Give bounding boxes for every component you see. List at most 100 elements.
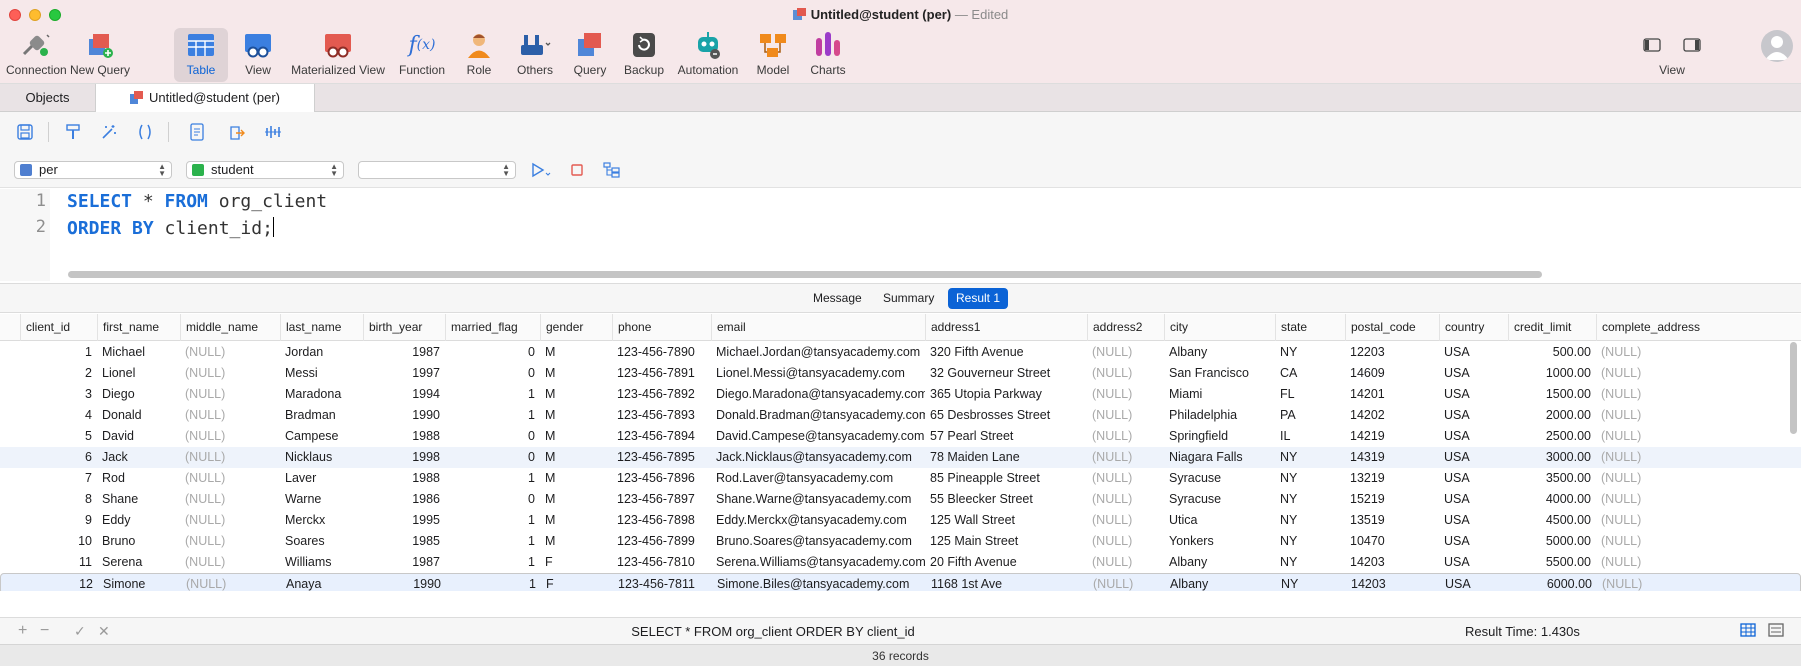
table-cell-client-id[interactable]: 8: [20, 489, 97, 510]
table-cell-state[interactable]: PA: [1275, 405, 1345, 426]
view-button[interactable]: View: [238, 28, 278, 82]
table-cell-city[interactable]: Utica: [1164, 510, 1275, 531]
table-cell-complete-address[interactable]: (NULL): [1596, 531, 1801, 552]
table-cell-postal-code[interactable]: 15219: [1345, 489, 1439, 510]
table-cell-state[interactable]: CA: [1275, 363, 1345, 384]
table-row[interactable]: 8 Shane (NULL) Warne 1986 0 M 123-456-7897 Shane…: [0, 489, 1801, 510]
table-cell-last-name[interactable]: Anaya: [281, 574, 364, 591]
table-cell-country[interactable]: USA: [1439, 468, 1508, 489]
table-cell-country[interactable]: USA: [1439, 426, 1508, 447]
table-cell-middle-name[interactable]: (NULL): [180, 531, 280, 552]
table-cell-address1[interactable]: 32 Gouverneur Street: [925, 363, 1087, 384]
table-cell-middle-name[interactable]: (NULL): [180, 510, 280, 531]
table-row[interactable]: 12 Simone (NULL) Anaya 1990 1 F 123-456-7811 Sim…: [0, 573, 1801, 591]
table-cell-phone[interactable]: 123-456-7810: [612, 552, 711, 573]
table-cell-first-name[interactable]: Eddy: [97, 510, 180, 531]
run-button[interactable]: [530, 160, 552, 180]
table-cell-first-name[interactable]: Bruno: [97, 531, 180, 552]
table-cell-middle-name[interactable]: (NULL): [180, 426, 280, 447]
table-cell-gender[interactable]: M: [540, 468, 612, 489]
table-cell-last-name[interactable]: Laver: [280, 468, 363, 489]
column-header[interactable]: first_name: [97, 314, 180, 341]
table-cell-address1[interactable]: 57 Pearl Street: [925, 426, 1087, 447]
table-cell-state[interactable]: NY: [1275, 342, 1345, 363]
table-cell-phone[interactable]: 123-456-7893: [612, 405, 711, 426]
column-header[interactable]: address2: [1087, 314, 1164, 341]
table-cell-gender[interactable]: M: [540, 489, 612, 510]
column-header[interactable]: credit_limit: [1508, 314, 1596, 341]
table-cell-first-name[interactable]: Jack: [97, 447, 180, 468]
table-cell-address2[interactable]: (NULL): [1087, 447, 1164, 468]
column-header[interactable]: married_flag: [445, 314, 540, 341]
table-cell-first-name[interactable]: Lionel: [97, 363, 180, 384]
table-cell-complete-address[interactable]: (NULL): [1597, 574, 1801, 591]
table-cell-gender[interactable]: M: [540, 426, 612, 447]
table-cell-middle-name[interactable]: (NULL): [180, 468, 280, 489]
table-cell-postal-code[interactable]: 14201: [1345, 384, 1439, 405]
table-cell-last-name[interactable]: Williams: [280, 552, 363, 573]
table-cell-email[interactable]: Rod.Laver@tansyacademy.com: [711, 468, 925, 489]
table-cell-phone[interactable]: 123-456-7897: [612, 489, 711, 510]
table-cell-postal-code[interactable]: 13219: [1345, 468, 1439, 489]
editor-horizontal-scrollbar[interactable]: [68, 271, 1542, 278]
column-header[interactable]: state: [1275, 314, 1345, 341]
column-header[interactable]: country: [1439, 314, 1508, 341]
materialized-view-button[interactable]: Materialized View: [288, 28, 388, 82]
table-cell-email[interactable]: Shane.Warne@tansyacademy.com: [711, 489, 925, 510]
table-cell-client-id[interactable]: 2: [20, 363, 97, 384]
table-cell-phone[interactable]: 123-456-7898: [612, 510, 711, 531]
role-button[interactable]: Role: [458, 28, 500, 82]
table-cell-client-id[interactable]: 4: [20, 405, 97, 426]
table-cell-complete-address[interactable]: (NULL): [1596, 510, 1801, 531]
column-header[interactable]: middle_name: [180, 314, 280, 341]
table-cell-gender[interactable]: M: [540, 342, 612, 363]
schema-select[interactable]: ▲ ▼: [358, 161, 516, 179]
table-cell-first-name[interactable]: Rod: [97, 468, 180, 489]
column-header[interactable]: phone: [612, 314, 711, 341]
table-cell-last-name[interactable]: Campese: [280, 426, 363, 447]
table-cell-country[interactable]: USA: [1439, 552, 1508, 573]
table-cell-country[interactable]: USA: [1440, 574, 1509, 591]
table-cell-postal-code[interactable]: 14203: [1346, 574, 1440, 591]
table-cell-credit-limit[interactable]: 2500.00: [1508, 426, 1596, 447]
table-cell-first-name[interactable]: Michael: [97, 342, 180, 363]
table-cell-last-name[interactable]: Bradman: [280, 405, 363, 426]
table-cell-married-flag[interactable]: 0: [445, 489, 540, 510]
table-cell-city[interactable]: Springfield: [1164, 426, 1275, 447]
table-cell-email[interactable]: Lionel.Messi@tansyacademy.com: [711, 363, 925, 384]
table-cell-address2[interactable]: (NULL): [1087, 552, 1164, 573]
table-cell-complete-address[interactable]: (NULL): [1596, 447, 1801, 468]
table-cell-postal-code[interactable]: 14202: [1345, 405, 1439, 426]
beautify-button[interactable]: [98, 122, 120, 142]
table-cell-country[interactable]: USA: [1439, 384, 1508, 405]
table-cell-phone[interactable]: 123-456-7894: [612, 426, 711, 447]
table-cell-credit-limit[interactable]: 2000.00: [1508, 405, 1596, 426]
column-header[interactable]: email: [711, 314, 925, 341]
table-cell-middle-name[interactable]: (NULL): [180, 363, 280, 384]
table-cell-state[interactable]: NY: [1275, 468, 1345, 489]
table-cell-state[interactable]: NY: [1275, 510, 1345, 531]
table-cell-middle-name[interactable]: (NULL): [180, 405, 280, 426]
table-cell-credit-limit[interactable]: 5000.00: [1508, 531, 1596, 552]
table-cell-state[interactable]: IL: [1275, 426, 1345, 447]
table-cell-postal-code[interactable]: 13519: [1345, 510, 1439, 531]
table-row[interactable]: 1 Michael (NULL) Jordan 1987 0 M 123-456-7890 Mi…: [0, 342, 1801, 363]
table-cell-client-id[interactable]: 5: [20, 426, 97, 447]
table-cell-state[interactable]: NY: [1276, 574, 1346, 591]
table-cell-address2[interactable]: (NULL): [1087, 342, 1164, 363]
column-header[interactable]: complete_address: [1596, 314, 1801, 341]
toggle-left-panel-icon[interactable]: [1643, 38, 1661, 52]
backup-button[interactable]: Backup: [621, 28, 667, 82]
table-cell-gender[interactable]: M: [540, 447, 612, 468]
others-button[interactable]: Others: [510, 28, 560, 82]
sql-editor[interactable]: 1 2 SELECT * FROM org_client ORDER BY cl…: [0, 189, 1801, 281]
table-cell-complete-address[interactable]: (NULL): [1596, 405, 1801, 426]
connection-select[interactable]: per ▲ ▼: [14, 161, 172, 179]
table-cell-client-id[interactable]: 1: [20, 342, 97, 363]
table-cell-married-flag[interactable]: 1: [445, 510, 540, 531]
table-cell-postal-code[interactable]: 12203: [1345, 342, 1439, 363]
table-cell-credit-limit[interactable]: 1500.00: [1508, 384, 1596, 405]
table-cell-address1[interactable]: 20 Fifth Avenue: [925, 552, 1087, 573]
tab-objects[interactable]: Objects: [0, 84, 96, 112]
table-cell-phone[interactable]: 123-456-7896: [612, 468, 711, 489]
